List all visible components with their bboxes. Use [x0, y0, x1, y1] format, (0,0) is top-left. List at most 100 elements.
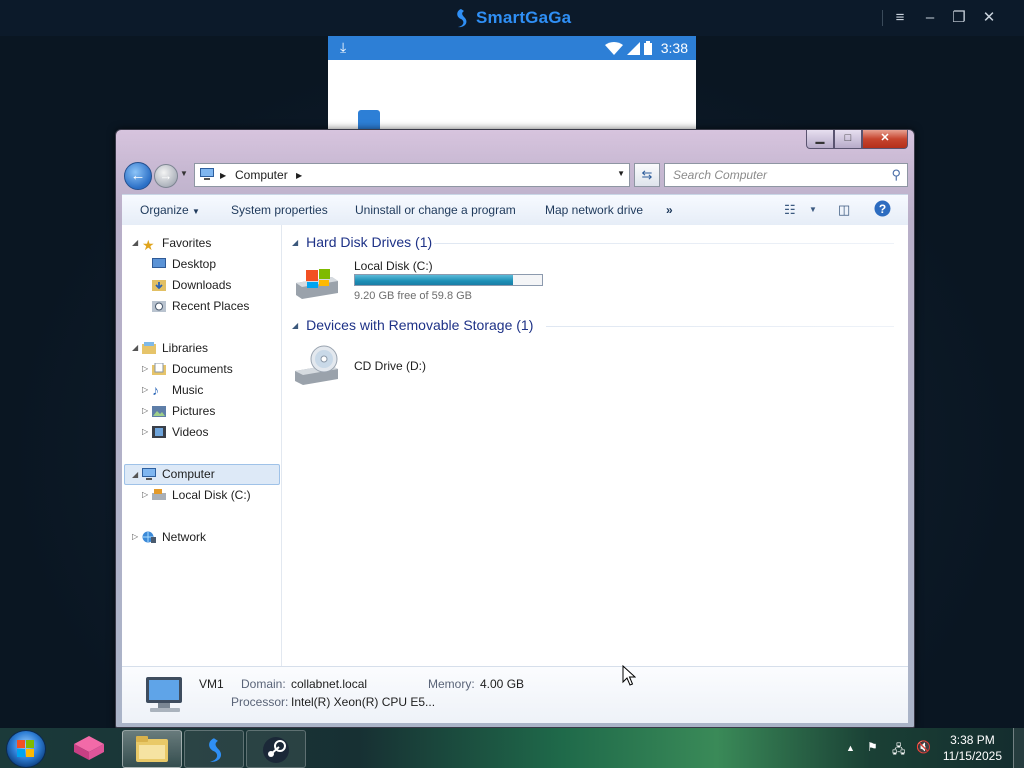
- group-divider: [546, 326, 894, 327]
- drive-c-free-space: 9.20 GB free of 59.8 GB: [354, 290, 473, 302]
- map-network-drive-button[interactable]: Map network drive: [545, 203, 643, 217]
- expand-arrow-icon[interactable]: ▷: [142, 485, 148, 505]
- action-center-icon[interactable]: ⚑: [867, 740, 878, 754]
- search-placeholder: Search Computer: [673, 168, 768, 182]
- nav-recent-places[interactable]: Recent Places: [124, 296, 278, 316]
- forward-button[interactable]: →: [154, 164, 178, 188]
- uninstall-program-button[interactable]: Uninstall or change a program: [355, 203, 516, 217]
- nav-documents[interactable]: ▷ Documents: [124, 359, 278, 379]
- system-clock[interactable]: 3:38 PM 11/15/2025: [943, 732, 1002, 764]
- folder-icon: [136, 736, 168, 762]
- expand-arrow-icon[interactable]: ▷: [142, 401, 148, 421]
- search-icon[interactable]: ⚲: [891, 167, 901, 183]
- clock-date: 11/15/2025: [942, 749, 1002, 763]
- address-dropdown-icon[interactable]: ▼: [617, 169, 625, 178]
- expand-arrow-icon[interactable]: ▷: [132, 527, 138, 547]
- titlebar-divider: [882, 10, 883, 26]
- back-button[interactable]: ←: [124, 162, 152, 190]
- pink-box-app-icon: [74, 736, 104, 760]
- help-icon[interactable]: ?: [874, 200, 891, 220]
- organize-label: Organize: [140, 203, 189, 217]
- star-icon: ★: [142, 237, 155, 253]
- window-controls: ▁ □ ✕: [806, 130, 908, 149]
- chevron-down-icon: ▼: [192, 207, 200, 216]
- drive-local-disk-c[interactable]: Local Disk (C:) 9.20 GB free of 59.8 GB: [292, 259, 543, 311]
- videos-icon: [152, 426, 166, 438]
- nav-favorites[interactable]: ◢ ★ Favorites: [124, 233, 278, 253]
- show-desktop-button[interactable]: [1013, 728, 1024, 768]
- refresh-button[interactable]: ⇆: [634, 163, 660, 187]
- svg-text:?: ?: [879, 202, 886, 216]
- explorer-window: ▁ □ ✕ ← → ▼ ▶ Computer ▶ ▼ ⇆ Search Comp…: [115, 129, 915, 728]
- phone-status-bar: ⤓ 3:38: [328, 36, 696, 60]
- taskbar-app-pink-box[interactable]: [60, 730, 118, 766]
- collapse-arrow-icon[interactable]: ◢: [132, 233, 138, 253]
- group-removable-storage[interactable]: ◢ Devices with Removable Storage (1): [292, 317, 533, 335]
- download-icon: ⤓: [340, 39, 347, 55]
- taskbar-app-steam[interactable]: [246, 730, 306, 768]
- breadcrumb-chevron-icon[interactable]: ▶: [296, 171, 302, 180]
- nav-desktop[interactable]: Desktop: [124, 254, 278, 274]
- nav-pictures[interactable]: ▷ Pictures: [124, 401, 278, 421]
- expand-arrow-icon[interactable]: ▷: [142, 359, 148, 379]
- preview-pane-icon[interactable]: ◫: [838, 202, 850, 218]
- network-status-icon[interactable]: 🖧: [892, 740, 905, 761]
- taskbar-app-smartgaga[interactable]: [184, 730, 244, 768]
- change-view-icon[interactable]: ☷: [784, 202, 796, 218]
- organize-button[interactable]: Organize ▼: [140, 203, 200, 217]
- group-hard-disk-drives[interactable]: ◢ Hard Disk Drives (1): [292, 234, 432, 252]
- nav-favorites-label: Favorites: [162, 236, 212, 250]
- emulator-titlebar: SmartGaGa ≡ – ❐ ✕: [0, 0, 1024, 36]
- steam-icon: [263, 737, 289, 763]
- collapse-group-icon[interactable]: ◢: [292, 321, 298, 330]
- close-icon[interactable]: ✕: [978, 8, 1000, 28]
- recent-pages-dropdown[interactable]: ▼: [180, 169, 188, 178]
- expand-arrow-icon[interactable]: ▷: [142, 380, 148, 400]
- computer-name: VM1: [199, 677, 224, 691]
- volume-muted-icon[interactable]: 🔇: [916, 740, 931, 754]
- view-options-dropdown-icon[interactable]: ▼: [809, 205, 817, 214]
- start-button[interactable]: [6, 730, 46, 768]
- group-divider: [434, 243, 894, 244]
- nav-local-disk[interactable]: ▷ Local Disk (C:): [124, 485, 278, 505]
- collapse-group-icon[interactable]: ◢: [292, 238, 298, 247]
- menu-icon[interactable]: ≡: [889, 8, 911, 28]
- libraries-icon: [142, 342, 156, 354]
- system-properties-button[interactable]: System properties: [231, 203, 328, 217]
- collapse-arrow-icon[interactable]: ◢: [132, 465, 138, 484]
- breadcrumb-chevron-icon[interactable]: ▶: [220, 171, 226, 180]
- phone-time: 3:38: [660, 40, 688, 56]
- nav-music[interactable]: ▷ ♪ Music: [124, 380, 278, 400]
- nav-desktop-label: Desktop: [172, 257, 217, 271]
- nav-downloads-label: Downloads: [172, 278, 232, 292]
- swan-app-icon: [209, 738, 222, 762]
- show-hidden-icons-icon[interactable]: ▲: [846, 743, 855, 753]
- restore-icon[interactable]: ❐: [948, 8, 970, 28]
- computer-icon: [142, 468, 156, 480]
- nav-computer[interactable]: ◢ Computer: [124, 464, 280, 485]
- battery-icon: [644, 41, 652, 55]
- window-close-button[interactable]: ✕: [862, 130, 908, 149]
- navigation-bar: ← → ▼ ▶ Computer ▶ ▼ ⇆ Search Computer ⚲: [122, 160, 908, 190]
- search-input[interactable]: Search Computer ⚲: [664, 163, 908, 187]
- minimize-icon[interactable]: –: [919, 8, 941, 28]
- address-bar[interactable]: ▶ Computer ▶ ▼: [194, 163, 630, 187]
- drive-cd-d[interactable]: CD Drive (D:): [292, 343, 542, 391]
- nav-videos[interactable]: ▷ Videos: [124, 422, 278, 442]
- content-area: ◢ ★ Favorites Desktop Downloads Recent P…: [122, 225, 908, 699]
- more-commands-button[interactable]: »: [666, 203, 673, 217]
- taskbar-app-explorer[interactable]: [122, 730, 182, 768]
- breadcrumb-computer[interactable]: Computer: [235, 168, 288, 182]
- documents-icon: [152, 363, 166, 375]
- drive-c-label: Local Disk (C:): [354, 259, 433, 273]
- group-hard-disk-label: Hard Disk Drives (1): [306, 234, 433, 250]
- window-maximize-button[interactable]: □: [834, 130, 862, 149]
- expand-arrow-icon[interactable]: ▷: [142, 422, 148, 442]
- nav-libraries-label: Libraries: [162, 341, 209, 355]
- window-minimize-button[interactable]: ▁: [806, 130, 834, 149]
- nav-downloads[interactable]: Downloads: [124, 275, 278, 295]
- nav-pictures-label: Pictures: [172, 404, 216, 418]
- collapse-arrow-icon[interactable]: ◢: [132, 338, 138, 358]
- nav-libraries[interactable]: ◢ Libraries: [124, 338, 278, 358]
- nav-network[interactable]: ▷ Network: [124, 527, 278, 547]
